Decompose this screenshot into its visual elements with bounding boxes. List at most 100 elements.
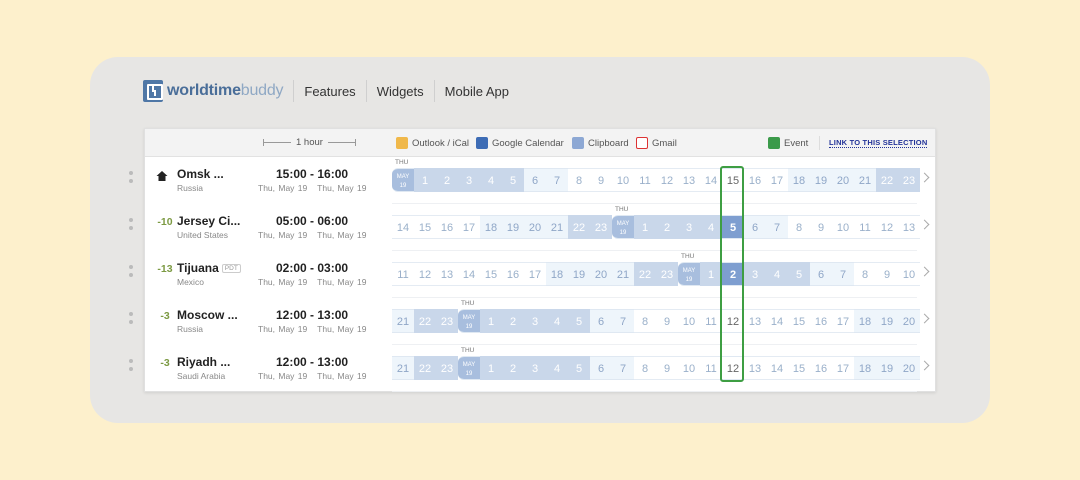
- hour-cell[interactable]: 23: [898, 168, 920, 192]
- timezone-row[interactable]: Omsk ... Russia 15:00 - 16:00 Thu, May 19 T…: [129, 157, 935, 204]
- hour-cell[interactable]: 13: [678, 168, 700, 192]
- hour-cell[interactable]: 6: [590, 309, 612, 333]
- hour-cell[interactable]: 16: [810, 356, 832, 380]
- hour-cell[interactable]: 15: [480, 262, 502, 286]
- hour-cell[interactable]: 9: [656, 356, 678, 380]
- hour-cell[interactable]: 21: [392, 356, 414, 380]
- hour-cell[interactable]: 18: [480, 215, 502, 239]
- city-name[interactable]: Riyadh ...: [177, 355, 230, 369]
- hour-cell[interactable]: 19: [810, 168, 832, 192]
- hour-cell[interactable]: 3: [458, 168, 480, 192]
- hour-cell[interactable]: 5: [568, 356, 590, 380]
- hour-cell[interactable]: 2: [722, 262, 744, 286]
- duration-selector[interactable]: 1 hour: [263, 137, 356, 148]
- city-name[interactable]: Omsk ...: [177, 167, 224, 181]
- hour-cell[interactable]: 9: [810, 215, 832, 239]
- hour-cell[interactable]: 3: [678, 215, 700, 239]
- timezone-row[interactable]: -3 Moscow ... Russia 12:00 - 13:00 Thu, May …: [129, 298, 935, 345]
- drag-handle-icon[interactable]: [129, 312, 134, 328]
- hour-cell[interactable]: 17: [458, 215, 480, 239]
- hour-cell[interactable]: 12: [722, 356, 744, 380]
- hour-cell[interactable]: 8: [634, 309, 656, 333]
- nav-link-features[interactable]: Features: [304, 84, 355, 99]
- hour-cell[interactable]: 7: [832, 262, 854, 286]
- nav-link-widgets[interactable]: Widgets: [377, 84, 424, 99]
- home-icon[interactable]: [156, 170, 168, 182]
- hour-cell[interactable]: 22: [414, 356, 436, 380]
- chevron-right-icon[interactable]: [919, 313, 930, 324]
- hour-cell[interactable]: 19: [502, 215, 524, 239]
- hour-cell[interactable]: 20: [590, 262, 612, 286]
- hour-cell[interactable]: 20: [832, 168, 854, 192]
- hour-cell[interactable]: 7: [546, 168, 568, 192]
- clock-logo-icon[interactable]: [143, 80, 163, 102]
- hour-cell[interactable]: MAY 19: [458, 356, 480, 380]
- timezone-row[interactable]: -13 Tijuana PDT Mexico 02:00 - 03:00 Thu, May…: [129, 251, 935, 298]
- hour-cell[interactable]: 12: [656, 168, 678, 192]
- hour-cell[interactable]: 21: [612, 262, 634, 286]
- hour-cell[interactable]: 9: [656, 309, 678, 333]
- hour-cell[interactable]: 14: [458, 262, 480, 286]
- drag-handle-icon[interactable]: [129, 359, 134, 375]
- hour-cell[interactable]: 18: [854, 356, 876, 380]
- hour-cell[interactable]: 3: [744, 262, 766, 286]
- hour-cell[interactable]: 10: [612, 168, 634, 192]
- hour-cell[interactable]: 23: [656, 262, 678, 286]
- hour-cell[interactable]: 2: [502, 356, 524, 380]
- hour-cell[interactable]: 22: [634, 262, 656, 286]
- hour-cell[interactable]: 9: [590, 168, 612, 192]
- nav-link-mobile-app[interactable]: Mobile App: [445, 84, 509, 99]
- hour-cell[interactable]: MAY 19: [458, 309, 480, 333]
- hour-cell[interactable]: 4: [766, 262, 788, 286]
- hour-cell[interactable]: 7: [612, 309, 634, 333]
- hour-cell[interactable]: 22: [876, 168, 898, 192]
- hour-cell[interactable]: 13: [744, 309, 766, 333]
- city-name[interactable]: Tijuana PDT: [177, 261, 241, 275]
- hour-cell[interactable]: 7: [612, 356, 634, 380]
- hour-cell[interactable]: 22: [414, 309, 436, 333]
- hour-cell[interactable]: 2: [502, 309, 524, 333]
- hour-cell[interactable]: 1: [700, 262, 722, 286]
- hour-cell[interactable]: 1: [480, 309, 502, 333]
- hour-cell[interactable]: 14: [766, 309, 788, 333]
- hour-cell[interactable]: 19: [568, 262, 590, 286]
- hour-cell[interactable]: 12: [876, 215, 898, 239]
- hour-cell[interactable]: 18: [546, 262, 568, 286]
- link-to-selection[interactable]: LINK TO THIS SELECTION: [829, 138, 928, 148]
- hour-cell[interactable]: 10: [898, 262, 920, 286]
- hour-cell[interactable]: 15: [722, 168, 744, 192]
- chevron-right-icon[interactable]: [919, 360, 930, 371]
- hour-cell[interactable]: 11: [700, 309, 722, 333]
- hour-cell[interactable]: 10: [832, 215, 854, 239]
- drag-handle-icon[interactable]: [129, 265, 134, 281]
- hour-cell[interactable]: 14: [700, 168, 722, 192]
- hour-cell[interactable]: 5: [788, 262, 810, 286]
- hour-cell[interactable]: 10: [678, 356, 700, 380]
- hour-cell[interactable]: 11: [700, 356, 722, 380]
- hour-cell[interactable]: 15: [414, 215, 436, 239]
- hour-cell[interactable]: 17: [832, 309, 854, 333]
- hour-cell[interactable]: 17: [524, 262, 546, 286]
- gmail-button[interactable]: Gmail: [636, 137, 677, 149]
- hour-cell[interactable]: 10: [678, 309, 700, 333]
- google-calendar-button[interactable]: Google Calendar: [476, 137, 564, 149]
- logo-text[interactable]: worldtimebuddy: [167, 82, 284, 100]
- chevron-right-icon[interactable]: [919, 172, 930, 183]
- hour-cell[interactable]: 8: [788, 215, 810, 239]
- hour-cell[interactable]: 22: [568, 215, 590, 239]
- clipboard-button[interactable]: Clipboard: [572, 137, 629, 149]
- hour-cell[interactable]: 11: [634, 168, 656, 192]
- hour-cell[interactable]: 12: [722, 309, 744, 333]
- hour-cell[interactable]: 8: [568, 168, 590, 192]
- hour-cell[interactable]: 8: [854, 262, 876, 286]
- hour-cell[interactable]: 20: [898, 356, 920, 380]
- hour-cell[interactable]: 5: [502, 168, 524, 192]
- drag-handle-icon[interactable]: [129, 171, 134, 187]
- hour-cell[interactable]: 16: [744, 168, 766, 192]
- hour-cell[interactable]: 17: [766, 168, 788, 192]
- hour-cell[interactable]: 6: [590, 356, 612, 380]
- hour-cell[interactable]: 13: [436, 262, 458, 286]
- chevron-right-icon[interactable]: [919, 219, 930, 230]
- hour-cell[interactable]: 2: [656, 215, 678, 239]
- hour-cell[interactable]: MAY 19: [612, 215, 634, 239]
